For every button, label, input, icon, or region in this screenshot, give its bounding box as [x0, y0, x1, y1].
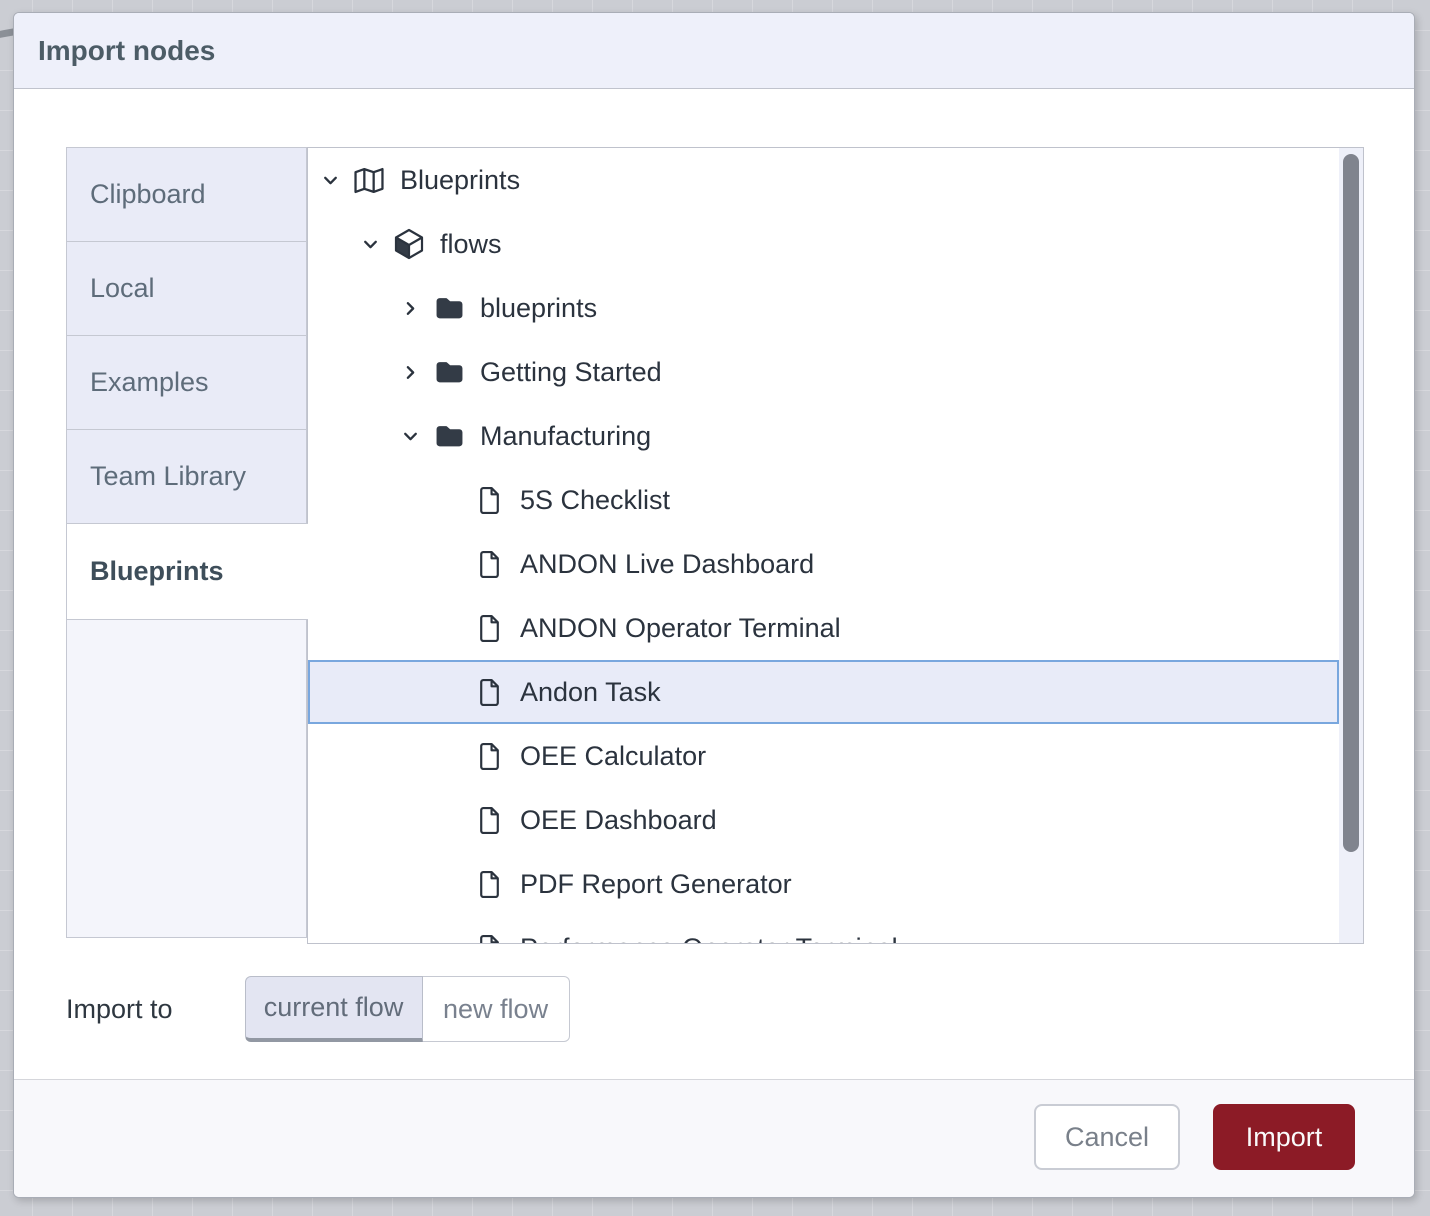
import-source-tabs: Clipboard Local Examples Team Library Bluepr… [66, 147, 307, 938]
tree-item-label: ANDON Operator Terminal [520, 613, 841, 644]
tree-item[interactable]: ANDON Operator Terminal [308, 596, 1339, 660]
tree-item[interactable]: flows [308, 212, 1339, 276]
tree-item[interactable]: Manufacturing [308, 404, 1339, 468]
tab-label: Team Library [90, 461, 246, 492]
file-icon [472, 870, 506, 899]
import-to-row: Import to current flow new flow [66, 976, 570, 1042]
chevron-right-icon[interactable] [400, 299, 420, 318]
tab-label: Blueprints [90, 556, 224, 587]
cube-icon [392, 228, 426, 260]
tree-item-label: Blueprints [400, 165, 520, 196]
tree-item-label: PDF Report Generator [520, 869, 792, 900]
tab-label: Examples [90, 367, 209, 398]
tree-item[interactable]: Andon Task [308, 660, 1339, 724]
tab-examples[interactable]: Examples [66, 335, 307, 430]
map-icon [352, 166, 386, 195]
tab-label: Local [90, 273, 155, 304]
tab-clipboard[interactable]: Clipboard [66, 147, 307, 242]
tree-item-label: Manufacturing [480, 421, 651, 452]
tree-item-label: OEE Dashboard [520, 805, 717, 836]
tree-item-label: OEE Calculator [520, 741, 706, 772]
file-icon [472, 678, 506, 707]
import-nodes-dialog: Import nodes Clipboard Local Examples Team … [13, 12, 1415, 1198]
file-icon [472, 934, 506, 945]
tree-item[interactable]: PDF Report Generator [308, 852, 1339, 916]
tree-item-label: Performance Operator Terminal [520, 933, 898, 945]
tree-item-label: blueprints [480, 293, 597, 324]
tab-blueprints[interactable]: Blueprints [66, 523, 308, 620]
dialog-title: Import nodes [38, 35, 215, 67]
tree-item[interactable]: Performance Operator Terminal [308, 916, 1339, 944]
folder-icon [432, 424, 466, 449]
tab-team-library[interactable]: Team Library [66, 429, 307, 524]
file-icon [472, 806, 506, 835]
file-icon [472, 550, 506, 579]
file-icon [472, 614, 506, 643]
tree-item[interactable]: OEE Dashboard [308, 788, 1339, 852]
chevron-right-icon[interactable] [400, 363, 420, 382]
tree-item[interactable]: OEE Calculator [308, 724, 1339, 788]
tree-item-label: Andon Task [520, 677, 661, 708]
import-target-toggle: current flow new flow [245, 976, 570, 1042]
tab-local[interactable]: Local [66, 241, 307, 336]
dialog-header: Import nodes [14, 13, 1414, 89]
import-to-label: Import to [66, 994, 173, 1025]
folder-icon [432, 360, 466, 385]
chevron-down-icon[interactable] [400, 427, 420, 446]
cancel-button[interactable]: Cancel [1034, 1104, 1180, 1170]
blueprint-tree-panel: Blueprints flows blueprints Getting Started… [307, 147, 1364, 944]
tree-item-label: ANDON Live Dashboard [520, 549, 814, 580]
toggle-current-flow[interactable]: current flow [245, 976, 423, 1042]
flow-canvas: Import nodes Clipboard Local Examples Team … [0, 0, 1430, 1216]
chevron-down-icon[interactable] [320, 171, 340, 190]
dialog-footer: Cancel Import [14, 1079, 1414, 1198]
file-icon [472, 486, 506, 515]
chevron-down-icon[interactable] [360, 235, 380, 254]
sidebar-filler [66, 619, 307, 938]
scrollbar-thumb[interactable] [1343, 154, 1359, 852]
blueprint-tree: Blueprints flows blueprints Getting Started… [308, 148, 1339, 944]
tree-item[interactable]: Getting Started [308, 340, 1339, 404]
tree-item-label: 5S Checklist [520, 485, 670, 516]
import-button[interactable]: Import [1213, 1104, 1355, 1170]
toggle-new-flow[interactable]: new flow [423, 976, 570, 1042]
file-icon [472, 742, 506, 771]
tree-item[interactable]: 5S Checklist [308, 468, 1339, 532]
tree-item[interactable]: Blueprints [308, 148, 1339, 212]
tab-label: Clipboard [90, 179, 206, 210]
tree-item[interactable]: ANDON Live Dashboard [308, 532, 1339, 596]
folder-icon [432, 296, 466, 321]
scrollbar-track[interactable] [1339, 148, 1363, 943]
tree-item-label: flows [440, 229, 502, 260]
tree-item[interactable]: blueprints [308, 276, 1339, 340]
tree-item-label: Getting Started [480, 357, 662, 388]
